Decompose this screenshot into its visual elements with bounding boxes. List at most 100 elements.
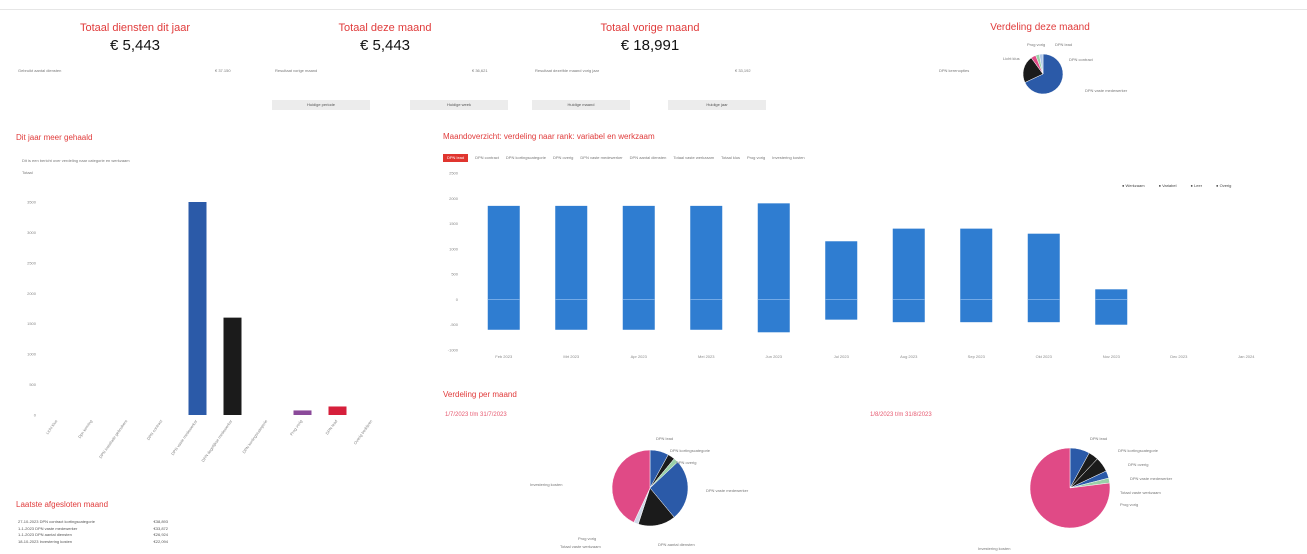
main-bar-negative[interactable] bbox=[1027, 299, 1060, 323]
main-x-tick: Sep 2023 bbox=[968, 354, 986, 359]
kpi-prev-month-title: Totaal vorige maand bbox=[600, 22, 700, 34]
right-pie-label: DPN vaste medewerker bbox=[1130, 476, 1173, 481]
recent-list-title: Laatste afgesloten maand bbox=[16, 500, 109, 509]
main-bar-negative[interactable] bbox=[555, 299, 588, 330]
tab-prog-vorig[interactable]: Prog vorig bbox=[747, 154, 765, 162]
main-x-tick: Nov 2023 bbox=[1103, 354, 1121, 359]
main-bar-positive[interactable] bbox=[757, 203, 790, 300]
tab-dpn-lead[interactable]: DPN lead bbox=[443, 154, 469, 162]
main-bar-positive[interactable] bbox=[1027, 233, 1060, 300]
main-x-tick: Jun 2023 bbox=[766, 354, 783, 359]
left-bar[interactable] bbox=[188, 202, 207, 415]
main-bar-positive[interactable] bbox=[555, 205, 588, 300]
main-bar-positive[interactable] bbox=[487, 205, 520, 300]
main-y-tick: 500 bbox=[451, 272, 458, 277]
verdeling-right-date: 1/8/2023 t/m 31/8/2023 bbox=[870, 412, 932, 418]
left-bar[interactable] bbox=[223, 317, 242, 415]
kpi-year-sub-value: € 37.150 bbox=[215, 68, 231, 73]
right-pie-label: DPN kortingscategorie bbox=[1118, 448, 1159, 453]
main-x-tick: Jan 2024 bbox=[1238, 354, 1255, 359]
main-y-tick: 0 bbox=[456, 297, 459, 302]
tab-totaal-klus[interactable]: Totaal klus bbox=[721, 154, 740, 162]
verdeling-left-pie: DPN lead DPN kortingscategorie DPN overig D… bbox=[530, 436, 749, 549]
main-y-tick: 1000 bbox=[449, 246, 459, 251]
main-x-tick: Apr 2023 bbox=[631, 354, 648, 359]
left-pie-label: Investering kosten bbox=[530, 482, 562, 487]
tab-dpn-overig[interactable]: DPN overig bbox=[553, 154, 573, 162]
main-y-tick: 1500 bbox=[449, 221, 459, 226]
right-pie-label: DPN lead bbox=[1090, 436, 1107, 441]
kpi-prev-month-value: € 18,991 bbox=[620, 37, 680, 54]
main-bar-positive[interactable] bbox=[1095, 289, 1128, 300]
main-y-tick: 2500 bbox=[449, 171, 459, 176]
main-tabs: DPN lead DPN contract DPN kortingscatego… bbox=[443, 154, 805, 162]
main-bar-positive[interactable] bbox=[622, 205, 655, 300]
main-bar-positive[interactable] bbox=[825, 241, 858, 300]
verdeling-right-pie: DPN lead DPN kortingscategorie DPN overig D… bbox=[978, 436, 1173, 551]
left-pie-label: DPN lead bbox=[656, 436, 673, 441]
main-x-tick: Dec 2023 bbox=[1170, 354, 1188, 359]
main-bar-negative[interactable] bbox=[757, 299, 790, 333]
main-x-tick: Jul 2023 bbox=[834, 354, 850, 359]
left-y-tick: 0 bbox=[34, 413, 37, 418]
tab-dpn-vaste-medewerker[interactable]: DPN vaste medewerker bbox=[580, 154, 622, 162]
left-x-tick: Prog vorig bbox=[289, 419, 304, 437]
left-y-tick: 1500 bbox=[27, 321, 37, 326]
right-pie-label: DPN overig bbox=[1128, 462, 1148, 467]
top-pie-chart: Prog vorig DPN lead Licht klus DPN keren… bbox=[939, 42, 1128, 95]
main-bar-positive[interactable] bbox=[690, 205, 723, 300]
main-y-tick: -1000 bbox=[448, 348, 459, 353]
top-pie-label-5: DPN vaste medewerker bbox=[1085, 88, 1128, 93]
kpi-year-title: Totaal diensten dit jaar bbox=[79, 22, 191, 34]
left-y-tick: 3500 bbox=[27, 200, 37, 205]
main-bar-negative[interactable] bbox=[892, 299, 925, 323]
top-pie-label-0: Prog vorig bbox=[1027, 42, 1045, 47]
main-bar-negative[interactable] bbox=[960, 299, 993, 323]
left-panel-subtitle: Dit is een bericht over verdeling naar c… bbox=[22, 158, 130, 163]
left-x-tick: DPN lead bbox=[324, 419, 338, 436]
period-button-week[interactable]: Huidige week bbox=[410, 100, 508, 110]
tab-investering-kosten[interactable]: Investering kosten bbox=[772, 154, 804, 162]
main-bar-chart: -1000 -500 0 500 1000 1500 2000 2500 Feb 2023 Mrt… bbox=[448, 171, 1255, 360]
main-bar-negative[interactable] bbox=[622, 299, 655, 330]
top-pie-label-4: DPN contract bbox=[1069, 57, 1094, 62]
list-item[interactable]: 18-10-2023 Investering kosten €22,094 bbox=[18, 539, 168, 546]
kpi-month-sub-value: € 36,621 bbox=[472, 68, 488, 73]
verdeling-left-date: 1/7/2023 t/m 31/7/2023 bbox=[445, 412, 507, 418]
main-bar-positive[interactable] bbox=[892, 228, 925, 300]
main-x-tick: Mei 2023 bbox=[698, 354, 715, 359]
left-x-tick: DPN contract bbox=[146, 418, 164, 441]
main-y-tick: -500 bbox=[450, 322, 459, 327]
left-x-tick: Dpn kerning bbox=[77, 419, 93, 440]
tab-totaal-vaste-werkzaam[interactable]: Totaal vaste werkzaam bbox=[673, 154, 714, 162]
left-panel-title: Dit jaar meer gehaald bbox=[16, 133, 93, 142]
left-panel-unit: Totaal bbox=[22, 170, 33, 175]
verdeling-title: Verdeling per maand bbox=[443, 390, 517, 399]
tab-dpn-kortingscategorie[interactable]: DPN kortingscategorie bbox=[506, 154, 546, 162]
main-bar-positive[interactable] bbox=[960, 228, 993, 300]
main-bar-negative[interactable] bbox=[1095, 299, 1128, 325]
main-y-tick: 2000 bbox=[449, 196, 459, 201]
main-bar-negative[interactable] bbox=[690, 299, 723, 330]
left-x-tick: DPN installatie gebruikers bbox=[98, 419, 128, 460]
tab-dpn-contract[interactable]: DPN contract bbox=[475, 154, 499, 162]
kpi-month: Totaal deze maand € 5,443 bbox=[280, 22, 490, 54]
main-bar-negative[interactable] bbox=[487, 299, 520, 330]
kpi-month-value: € 5,443 bbox=[359, 37, 411, 54]
main-bar-negative[interactable] bbox=[825, 299, 858, 320]
left-x-tick: DPN vaste medewerker bbox=[170, 418, 199, 456]
right-pie-label: Investering kosten bbox=[978, 546, 1010, 551]
period-button-period[interactable]: Huidige periode bbox=[272, 100, 370, 110]
main-x-tick: Feb 2023 bbox=[495, 354, 513, 359]
left-x-tick: Overig bedrijven bbox=[353, 419, 374, 446]
left-pie-label: DPN overig bbox=[676, 460, 696, 465]
left-bar-chart: 0 500 1000 1500 2000 2500 3000 3500 Licht klus Dp… bbox=[27, 200, 374, 463]
right-pie-label: Prog vorig bbox=[1120, 502, 1138, 507]
kpi-month-sub-label: Resultaat vorige maand bbox=[275, 68, 318, 73]
left-bar[interactable] bbox=[293, 410, 312, 415]
main-panel-title: Maandoverzicht: verdeling naar rank: var… bbox=[443, 132, 655, 141]
tab-dpn-aantal-diensten[interactable]: DPN aantal diensten bbox=[630, 154, 667, 162]
period-button-year[interactable]: Huidige jaar bbox=[668, 100, 766, 110]
period-button-month[interactable]: Huidige maand bbox=[532, 100, 630, 110]
left-bar[interactable] bbox=[328, 406, 347, 415]
